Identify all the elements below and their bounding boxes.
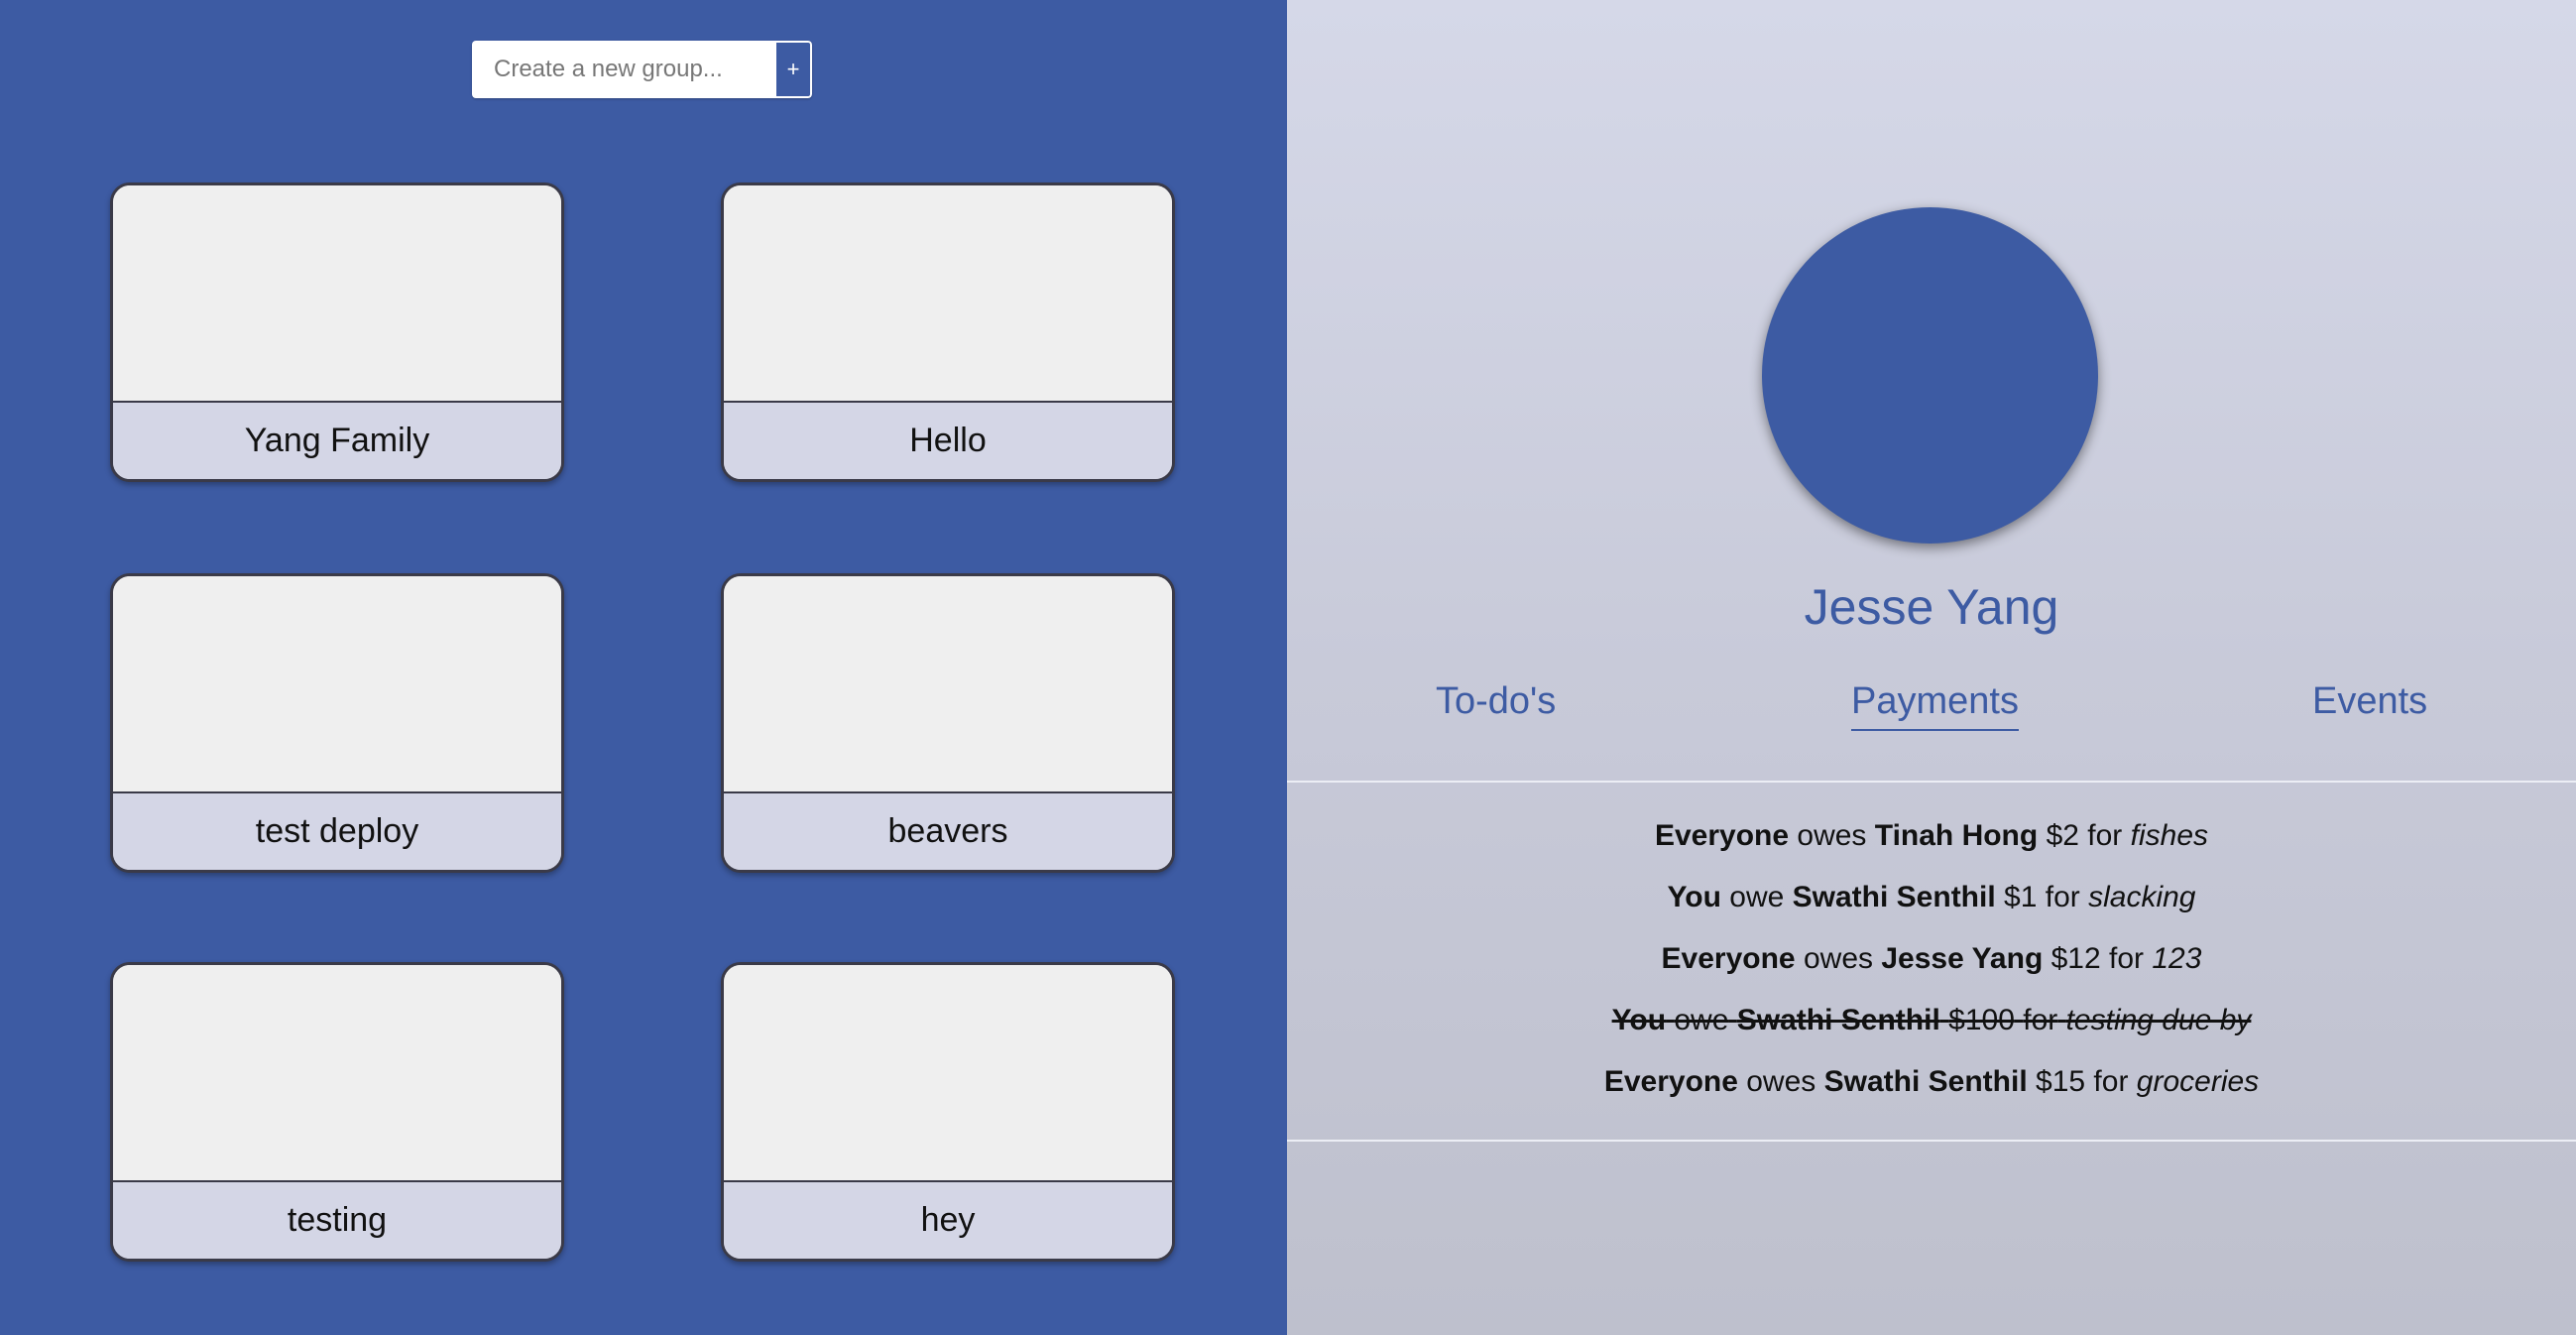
payments-list: Everyone owes Tinah Hong $2 for fishes Y… xyxy=(1287,805,2576,1113)
groups-panel: + Yang Family Hello test deploy beavers … xyxy=(0,0,1287,1335)
group-thumbnail xyxy=(724,576,1172,796)
profile-name: Jesse Yang xyxy=(1804,579,2059,635)
group-card[interactable]: Hello xyxy=(721,182,1175,482)
payment-item: Everyone owes Swathi Senthil $15 for gro… xyxy=(1603,1065,2260,1098)
group-card[interactable]: Yang Family xyxy=(110,182,564,482)
group-name: beavers xyxy=(724,791,1172,870)
group-name: test deploy xyxy=(113,791,561,870)
payment-item-completed: You owe Swathi Senthil $100 for testing … xyxy=(1611,1004,2252,1036)
tab-payments[interactable]: Payments xyxy=(1851,680,2019,731)
group-name: hey xyxy=(724,1180,1172,1259)
divider xyxy=(1287,781,2576,783)
group-thumbnail xyxy=(113,576,561,796)
group-thumbnail xyxy=(724,185,1172,406)
profile-panel: Jesse Yang To-do's Payments Events Every… xyxy=(1287,0,2576,1335)
group-thumbnail xyxy=(724,965,1172,1185)
tab-events[interactable]: Events xyxy=(2312,680,2427,729)
create-group-input[interactable] xyxy=(472,41,774,98)
profile-tabs: To-do's Payments Events xyxy=(1287,680,2576,740)
avatar xyxy=(1762,207,2098,544)
group-name: Hello xyxy=(724,401,1172,479)
group-card[interactable]: testing xyxy=(110,962,564,1262)
group-card[interactable]: test deploy xyxy=(110,573,564,873)
tab-todos[interactable]: To-do's xyxy=(1436,680,1556,729)
create-group-button[interactable]: + xyxy=(774,41,812,98)
group-name: testing xyxy=(113,1180,561,1259)
payment-item: Everyone owes Jesse Yang $12 for 123 xyxy=(1661,942,2202,975)
group-card[interactable]: beavers xyxy=(721,573,1175,873)
group-card[interactable]: hey xyxy=(721,962,1175,1262)
payment-item: You owe Swathi Senthil $1 for slacking xyxy=(1667,881,2196,913)
group-name: Yang Family xyxy=(113,401,561,479)
group-thumbnail xyxy=(113,185,561,406)
divider xyxy=(1287,1140,2576,1142)
group-thumbnail xyxy=(113,965,561,1185)
create-group-form: + xyxy=(472,41,812,98)
payment-item: Everyone owes Tinah Hong $2 for fishes xyxy=(1654,819,2209,852)
